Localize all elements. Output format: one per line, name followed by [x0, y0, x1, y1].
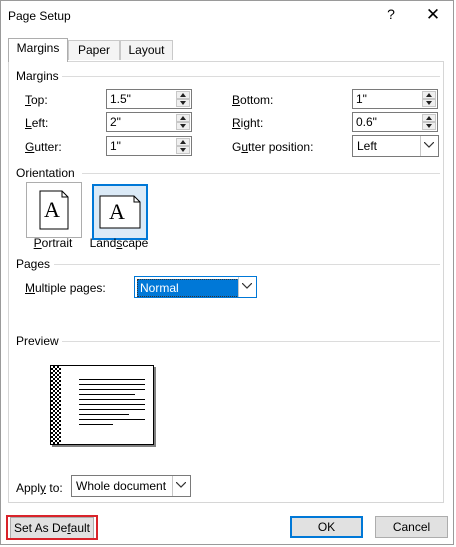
preview-line: [79, 394, 135, 395]
tab-layout[interactable]: Layout: [120, 40, 173, 60]
gutter-label: Gutter:: [25, 140, 62, 154]
left-margin-value: 2": [110, 115, 121, 129]
spin-down-icon[interactable]: [422, 122, 436, 130]
margins-heading: Margins: [16, 69, 59, 83]
preview-page: [50, 365, 154, 445]
dialog-title: Page Setup: [8, 9, 71, 23]
gutter-position-label: Gutter position:: [232, 140, 314, 154]
right-margin-field[interactable]: 0.6": [352, 112, 438, 132]
gutter-position-value: Left: [357, 139, 378, 153]
gutter-value: 1": [110, 139, 121, 153]
chevron-down-icon[interactable]: [172, 476, 190, 496]
highlight-frame: [6, 515, 98, 540]
spin-down-icon[interactable]: [176, 146, 190, 154]
portrait-button[interactable]: A: [26, 182, 82, 238]
spin-up-icon[interactable]: [176, 114, 190, 122]
portrait-glyph: A: [44, 197, 60, 222]
portrait-label: Portrait: [33, 236, 73, 250]
spin-up-icon[interactable]: [176, 138, 190, 146]
right-margin-value: 0.6": [356, 115, 377, 129]
landscape-button[interactable]: A: [92, 184, 148, 240]
gutter-field[interactable]: 1": [106, 136, 192, 156]
multiple-pages-value: Normal: [137, 279, 239, 297]
preview-line: [79, 404, 145, 405]
margins-divider: [62, 76, 440, 77]
landscape-label: Landscape: [89, 236, 149, 250]
preview-line: [79, 384, 145, 385]
preview-gutter: [51, 366, 61, 444]
help-button[interactable]: ?: [382, 6, 400, 26]
spin-down-icon[interactable]: [176, 122, 190, 130]
preview-line: [79, 414, 129, 415]
cancel-button[interactable]: Cancel: [375, 516, 448, 538]
chevron-down-icon[interactable]: [238, 277, 256, 297]
left-margin-field[interactable]: 2": [106, 112, 192, 132]
apply-to-value: Whole document: [76, 479, 167, 493]
spin-down-icon[interactable]: [176, 99, 190, 107]
apply-to-label: Apply to:: [16, 481, 63, 495]
right-label: Right:: [232, 116, 264, 130]
preview-line: [79, 399, 145, 400]
preview-heading: Preview: [16, 334, 59, 348]
top-margin-field[interactable]: 1.5": [106, 89, 192, 109]
tab-margins[interactable]: Margins: [8, 38, 68, 62]
left-label: Left:: [25, 116, 49, 130]
preview-line: [79, 424, 113, 425]
bottom-label: Bottom:: [232, 93, 274, 107]
spin-down-icon[interactable]: [422, 99, 436, 107]
ok-button[interactable]: OK: [290, 516, 363, 538]
chevron-down-icon[interactable]: [420, 136, 438, 156]
spin-up-icon[interactable]: [176, 91, 190, 99]
multiple-pages-label: Multiple pages:: [25, 281, 106, 295]
preview-line: [79, 419, 145, 420]
landscape-glyph: A: [109, 199, 125, 224]
preview-divider: [62, 341, 440, 342]
multiple-pages-select[interactable]: Normal: [134, 276, 257, 298]
orientation-divider: [82, 173, 440, 174]
apply-to-select[interactable]: Whole document: [71, 475, 191, 497]
bottom-margin-value: 1": [356, 92, 367, 106]
spin-up-icon[interactable]: [422, 114, 436, 122]
gutter-position-select[interactable]: Left: [352, 135, 439, 157]
spin-up-icon[interactable]: [422, 91, 436, 99]
tab-paper[interactable]: Paper: [68, 40, 120, 60]
close-button[interactable]: ✕: [424, 5, 442, 25]
orientation-heading: Orientation: [16, 166, 75, 180]
preview-line: [79, 379, 145, 380]
pages-divider: [54, 264, 440, 265]
pages-heading: Pages: [16, 257, 51, 271]
preview-line: [79, 409, 145, 410]
top-label: Top:: [25, 93, 48, 107]
bottom-margin-field[interactable]: 1": [352, 89, 438, 109]
top-margin-value: 1.5": [110, 92, 131, 106]
preview-line: [79, 389, 145, 390]
